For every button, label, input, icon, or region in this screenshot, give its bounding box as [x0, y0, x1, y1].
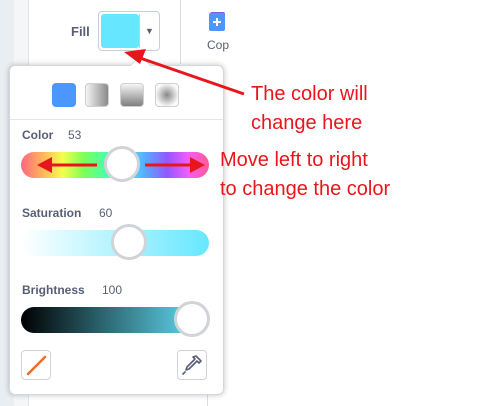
horizontal-gradient-mode-button[interactable]	[85, 83, 109, 107]
annotation-line: The color will	[251, 83, 368, 105]
brightness-value: 100	[102, 283, 123, 297]
annotation-line: to change the color	[220, 178, 391, 200]
toolbar-divider	[180, 0, 181, 64]
saturation-value: 60	[99, 206, 113, 220]
annotation-line: Move left to right	[220, 149, 368, 171]
brightness-label: Brightness	[22, 283, 85, 297]
color-picker-popup: Color 53 Saturation 60 Brightness 100	[9, 54, 224, 395]
saturation-slider-handle[interactable]	[111, 224, 147, 260]
eyedropper-icon	[182, 355, 202, 375]
annotation-line: change here	[251, 112, 363, 134]
chevron-down-icon[interactable]: ▼	[139, 14, 159, 48]
fill-label: Fill	[71, 24, 90, 39]
color-label: Color	[22, 128, 54, 142]
annotation-color-change: The color will change here	[251, 80, 368, 138]
fill-color-swatch[interactable]	[101, 14, 139, 48]
vertical-gradient-mode-button[interactable]	[120, 83, 144, 107]
color-value: 53	[68, 128, 82, 142]
color-slider-handle[interactable]	[104, 146, 140, 182]
copy-icon[interactable]	[207, 11, 227, 33]
popup-divider	[10, 119, 223, 120]
copy-button-label[interactable]: Cop	[207, 38, 229, 52]
solid-fill-mode-button[interactable]	[52, 83, 76, 107]
no-color-icon	[26, 355, 47, 376]
radial-gradient-mode-button[interactable]	[155, 83, 179, 107]
annotation-slider-instruction: Move left to right to change the color	[220, 146, 390, 204]
fill-color-dropdown[interactable]: ▼	[98, 11, 160, 51]
brightness-slider-handle[interactable]	[174, 301, 210, 337]
saturation-label: Saturation	[22, 206, 82, 220]
eyedropper-button[interactable]	[177, 350, 207, 380]
no-color-button[interactable]	[21, 350, 51, 380]
